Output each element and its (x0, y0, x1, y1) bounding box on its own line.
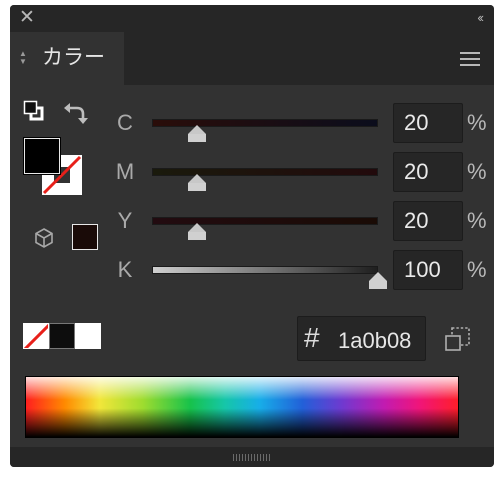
slider-label-m: M (115, 159, 135, 184)
slider-thumb-k[interactable] (369, 272, 387, 289)
hamburger-menu-icon[interactable] (460, 52, 480, 66)
slider-track-k[interactable] (152, 266, 378, 274)
tab-label: カラー (42, 46, 105, 69)
slider-thumb-y[interactable] (188, 223, 207, 240)
closest-in-gamut-swatch[interactable] (72, 224, 98, 250)
none-swatch[interactable] (23, 323, 49, 349)
color-panel: ✕ ‹‹ ▲ ▼ カラー C 20% M 20% Y 20% K 100% # … (10, 5, 494, 467)
value-input-c[interactable]: 20 (393, 103, 463, 143)
slider-label-y: Y (117, 208, 133, 233)
percent-unit-c: % (467, 110, 487, 135)
value-input-k[interactable]: 100 (393, 250, 463, 290)
value-input-y[interactable]: 20 (393, 201, 463, 241)
close-icon[interactable]: ✕ (18, 8, 36, 27)
slider-label-c: C (117, 110, 133, 135)
swap-fill-stroke-icon[interactable] (63, 100, 89, 126)
resize-grip-icon[interactable] (233, 454, 271, 461)
tab-bar: ▲ ▼ カラー (10, 32, 494, 85)
color-spectrum[interactable] (25, 376, 459, 438)
hex-input[interactable]: # 1a0b08 (297, 316, 426, 361)
tab-color[interactable]: ▲ ▼ カラー (10, 32, 124, 85)
slider-thumb-c[interactable] (188, 125, 207, 142)
web-safe-cube-icon[interactable] (443, 325, 473, 355)
percent-unit-y: % (467, 208, 487, 233)
out-of-gamut-cube-icon[interactable] (33, 227, 55, 249)
slider-label-k: K (117, 257, 133, 282)
slider-track-y[interactable] (152, 217, 378, 225)
hex-hash-label: # (304, 322, 320, 353)
slider-track-c[interactable] (152, 119, 378, 127)
double-chevron-left-icon[interactable]: ‹‹ (477, 10, 484, 26)
white-swatch[interactable] (75, 323, 101, 349)
expand-arrows-icon[interactable]: ▲ ▼ (18, 50, 28, 68)
panel-title-bar: ✕ ‹‹ (10, 5, 494, 32)
hex-value: 1a0b08 (338, 328, 412, 353)
black-swatch[interactable] (49, 323, 75, 349)
percent-unit-m: % (467, 159, 487, 184)
default-fill-stroke-icon[interactable] (23, 100, 45, 122)
none-slash-icon (24, 324, 48, 348)
spectrum-shade (26, 377, 458, 437)
slider-track-m[interactable] (152, 168, 378, 176)
percent-unit-k: % (467, 257, 487, 282)
slider-thumb-m[interactable] (188, 174, 207, 191)
panel-bottom-bar (10, 447, 494, 467)
value-input-m[interactable]: 20 (393, 152, 463, 192)
fill-swatch[interactable] (24, 138, 60, 174)
